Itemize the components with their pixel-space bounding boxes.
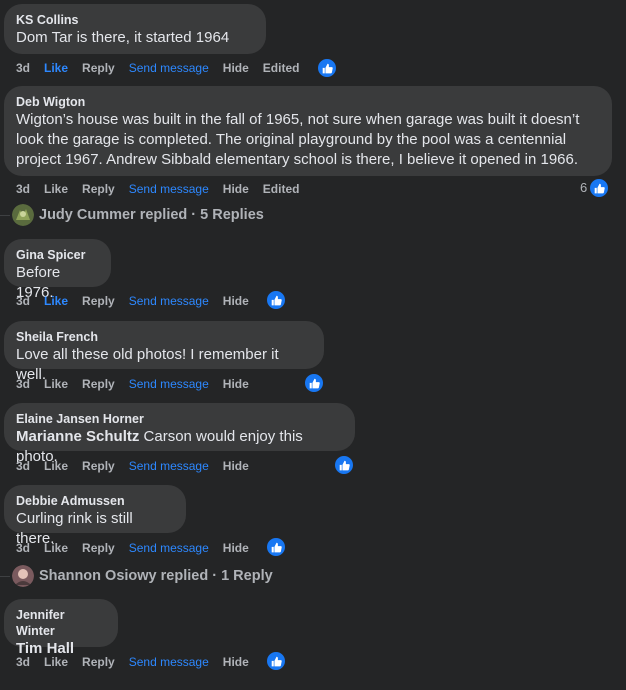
- comment-time[interactable]: 3d: [16, 541, 30, 555]
- comment-time[interactable]: 3d: [16, 655, 30, 669]
- comment-actions: 3d Like Reply Send message Hide: [16, 539, 263, 557]
- thumbs-up-icon[interactable]: [316, 57, 338, 79]
- hide-button[interactable]: Hide: [223, 294, 249, 308]
- comment-author[interactable]: Gina Spicer: [16, 247, 99, 263]
- send-message-button[interactable]: Send message: [129, 294, 209, 308]
- comment-author[interactable]: Sheila French: [16, 329, 312, 345]
- view-replies-link[interactable]: Shannon Osiowy replied · 1 Reply: [0, 565, 273, 587]
- reply-button[interactable]: Reply: [82, 294, 115, 308]
- send-message-button[interactable]: Send message: [129, 377, 209, 391]
- comment-time[interactable]: 3d: [16, 61, 30, 75]
- comment-bubble: Jennifer Winter Tim Hall: [4, 599, 118, 657]
- hide-button[interactable]: Hide: [223, 541, 249, 555]
- thumbs-up-icon[interactable]: [265, 289, 287, 311]
- send-message-button[interactable]: Send message: [129, 541, 209, 555]
- hide-button[interactable]: Hide: [223, 655, 249, 669]
- comment-time[interactable]: 3d: [16, 377, 30, 391]
- comment-actions: 3d Like Reply Send message Hide: [16, 653, 263, 671]
- like-button[interactable]: Like: [44, 294, 68, 308]
- comment-bubble: Deb Wigton Wigton’s house was built in t…: [4, 86, 612, 176]
- comment-bubble: KS Collins Dom Tar is there, it started …: [4, 4, 266, 54]
- reply-button[interactable]: Reply: [82, 61, 115, 75]
- edited-label[interactable]: Edited: [263, 182, 300, 196]
- send-message-button[interactable]: Send message: [129, 61, 209, 75]
- reply-button[interactable]: Reply: [82, 459, 115, 473]
- comment-author[interactable]: Elaine Jansen Horner: [16, 411, 343, 427]
- comment-author[interactable]: Debbie Admussen: [16, 493, 174, 509]
- hide-button[interactable]: Hide: [223, 61, 249, 75]
- comment-bubble: Elaine Jansen Horner Marianne Schultz Ca…: [4, 403, 355, 465]
- comment-actions: 3d Like Reply Send message Hide: [16, 457, 263, 475]
- comment-bubble: Debbie Admussen Curling rink is still th…: [4, 485, 186, 547]
- comment-author[interactable]: KS Collins: [16, 12, 254, 28]
- comment-author[interactable]: Deb Wigton: [16, 94, 600, 110]
- comment-bubble: Gina Spicer Before 1976.: [4, 239, 111, 301]
- replies-text[interactable]: Shannon Osiowy replied · 1 Reply: [39, 568, 273, 584]
- like-button[interactable]: Like: [44, 61, 68, 75]
- send-message-button[interactable]: Send message: [129, 182, 209, 196]
- thread-line: [0, 575, 10, 577]
- comment-text-line: look the garage is completed. The origin…: [16, 131, 567, 148]
- comment-text-line: project 1967. Andrew Sibbald elementary …: [16, 151, 579, 168]
- comment-text: Dom Tar is there, it started 1964: [16, 29, 230, 46]
- comment-time[interactable]: 3d: [16, 459, 30, 473]
- replies-text[interactable]: Judy Cummer replied · 5 Replies: [39, 207, 264, 223]
- reply-button[interactable]: Reply: [82, 541, 115, 555]
- comment-bubble: Sheila French Love all these old photos!…: [4, 321, 324, 383]
- reply-button[interactable]: Reply: [82, 377, 115, 391]
- thread-line: [0, 214, 10, 216]
- avatar: [12, 204, 34, 226]
- thumbs-up-icon[interactable]: [265, 650, 287, 672]
- view-replies-link[interactable]: Judy Cummer replied · 5 Replies: [0, 204, 264, 226]
- avatar: [12, 565, 34, 587]
- comment-author[interactable]: Jennifer Winter: [16, 607, 106, 639]
- thumbs-up-icon[interactable]: [333, 454, 355, 476]
- like-button[interactable]: Like: [44, 459, 68, 473]
- like-button[interactable]: Like: [44, 541, 68, 555]
- thumbs-up-icon[interactable]: [265, 536, 287, 558]
- edited-label[interactable]: Edited: [263, 61, 300, 75]
- comment-text-line: Wigton’s house was built in the fall of …: [16, 111, 580, 128]
- like-button[interactable]: Like: [44, 377, 68, 391]
- send-message-button[interactable]: Send message: [129, 655, 209, 669]
- like-count[interactable]: 6: [580, 180, 587, 195]
- comment-time[interactable]: 3d: [16, 182, 30, 196]
- comment-actions: 3d Like Reply Send message Hide: [16, 292, 263, 310]
- mention-link[interactable]: Marianne Schultz: [16, 428, 139, 445]
- comment: KS Collins Dom Tar is there, it started …: [4, 4, 266, 54]
- send-message-button[interactable]: Send message: [129, 459, 209, 473]
- hide-button[interactable]: Hide: [223, 377, 249, 391]
- comment: Deb Wigton Wigton’s house was built in t…: [4, 86, 612, 176]
- comment-time[interactable]: 3d: [16, 294, 30, 308]
- reply-button[interactable]: Reply: [82, 182, 115, 196]
- thumbs-up-icon[interactable]: [588, 177, 610, 199]
- hide-button[interactable]: Hide: [223, 459, 249, 473]
- thumbs-up-icon[interactable]: [303, 372, 325, 394]
- comment-actions: 3d Like Reply Send message Hide Edited: [16, 180, 313, 198]
- comment: Jennifer Winter Tim Hall: [4, 599, 118, 658]
- like-button[interactable]: Like: [44, 655, 68, 669]
- reply-button[interactable]: Reply: [82, 655, 115, 669]
- comment-actions: 3d Like Reply Send message Hide Edited: [16, 59, 313, 77]
- like-button[interactable]: Like: [44, 182, 68, 196]
- hide-button[interactable]: Hide: [223, 182, 249, 196]
- comment-actions: 3d Like Reply Send message Hide: [16, 375, 263, 393]
